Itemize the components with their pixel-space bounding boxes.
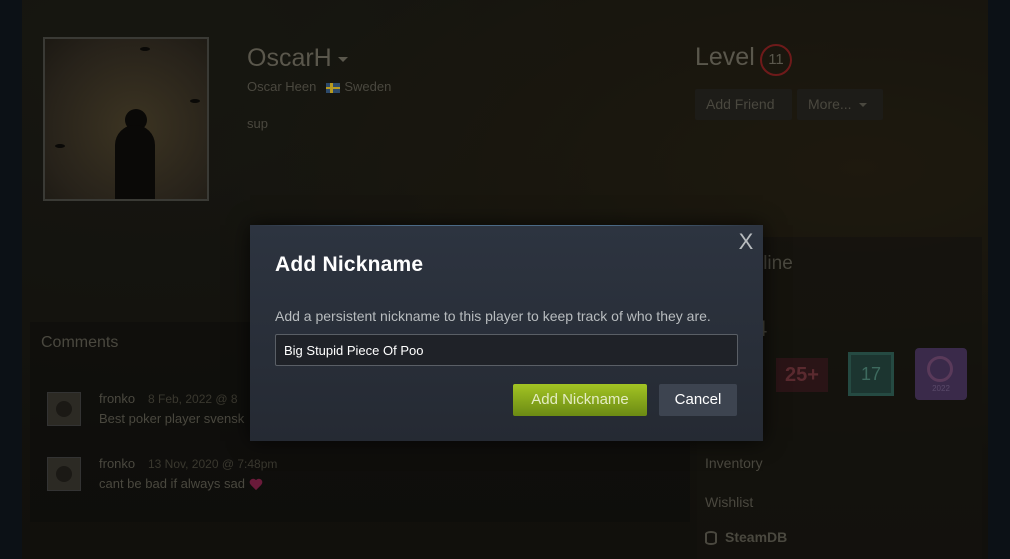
sidebar-item-inventory[interactable]: Inventory [705,455,763,471]
dialog-description: Add a persistent nickname to this player… [275,308,711,324]
left-margin-pattern [0,0,22,559]
comment-date: 13 Nov, 2020 @ 7:48pm [148,457,278,471]
comment-date: 8 Feb, 2022 @ 8 [148,392,238,406]
bird-shape [140,47,150,51]
comment-text-row: cant be bad if always sad [99,476,263,491]
real-name-row: Oscar Heen Sweden [247,79,391,94]
comment-avatar[interactable] [47,392,81,426]
chevron-down-icon [858,103,867,108]
dialog-title: Add Nickname [275,253,424,276]
sweden-flag-icon [326,82,341,93]
comments-title: Comments [41,334,119,351]
comment-text: Best poker player svensk [99,411,245,426]
comment-text: cant be bad if always sad [99,476,245,491]
sidebar-item-wishlist[interactable]: Wishlist [705,494,753,510]
more-label: More... [808,96,852,112]
bird-shape [55,144,65,148]
badge-25-plus[interactable]: 25+ [776,358,828,392]
heart-emoticon-icon [249,479,263,491]
real-name: Oscar Heen [247,79,317,94]
level-badge[interactable]: 11 [760,44,792,76]
comment-author[interactable]: fronko [99,456,135,471]
level-label: Level [695,43,755,71]
chevron-down-icon[interactable] [337,56,348,62]
steamdb-label: SteamDB [725,529,788,545]
right-margin-pattern [988,0,1010,559]
sidebar-item-steamdb[interactable]: SteamDB [705,529,788,546]
nickname-input[interactable] [275,334,738,366]
more-button[interactable]: More... [797,89,883,120]
cancel-button[interactable]: Cancel [659,384,737,416]
comment-author[interactable]: fronko [99,391,135,406]
silhouette-body [115,125,155,199]
comment-avatar[interactable] [47,457,81,491]
persona-name-text: OscarH [247,44,332,72]
persona-name[interactable]: OscarH [247,44,348,73]
close-icon[interactable]: X [737,231,755,253]
database-icon [705,531,717,546]
profile-summary: sup [247,116,268,131]
profile-avatar[interactable] [43,37,209,201]
badge-steam-2022[interactable]: 2022 [915,348,967,400]
country-name: Sweden [344,79,392,94]
dialog-top-accent [250,225,763,226]
bird-shape [190,99,200,103]
badge-17-years[interactable]: 17 [848,352,894,396]
add-nickname-button[interactable]: Add Nickname [513,384,647,416]
add-friend-button[interactable]: Add Friend [695,89,792,120]
